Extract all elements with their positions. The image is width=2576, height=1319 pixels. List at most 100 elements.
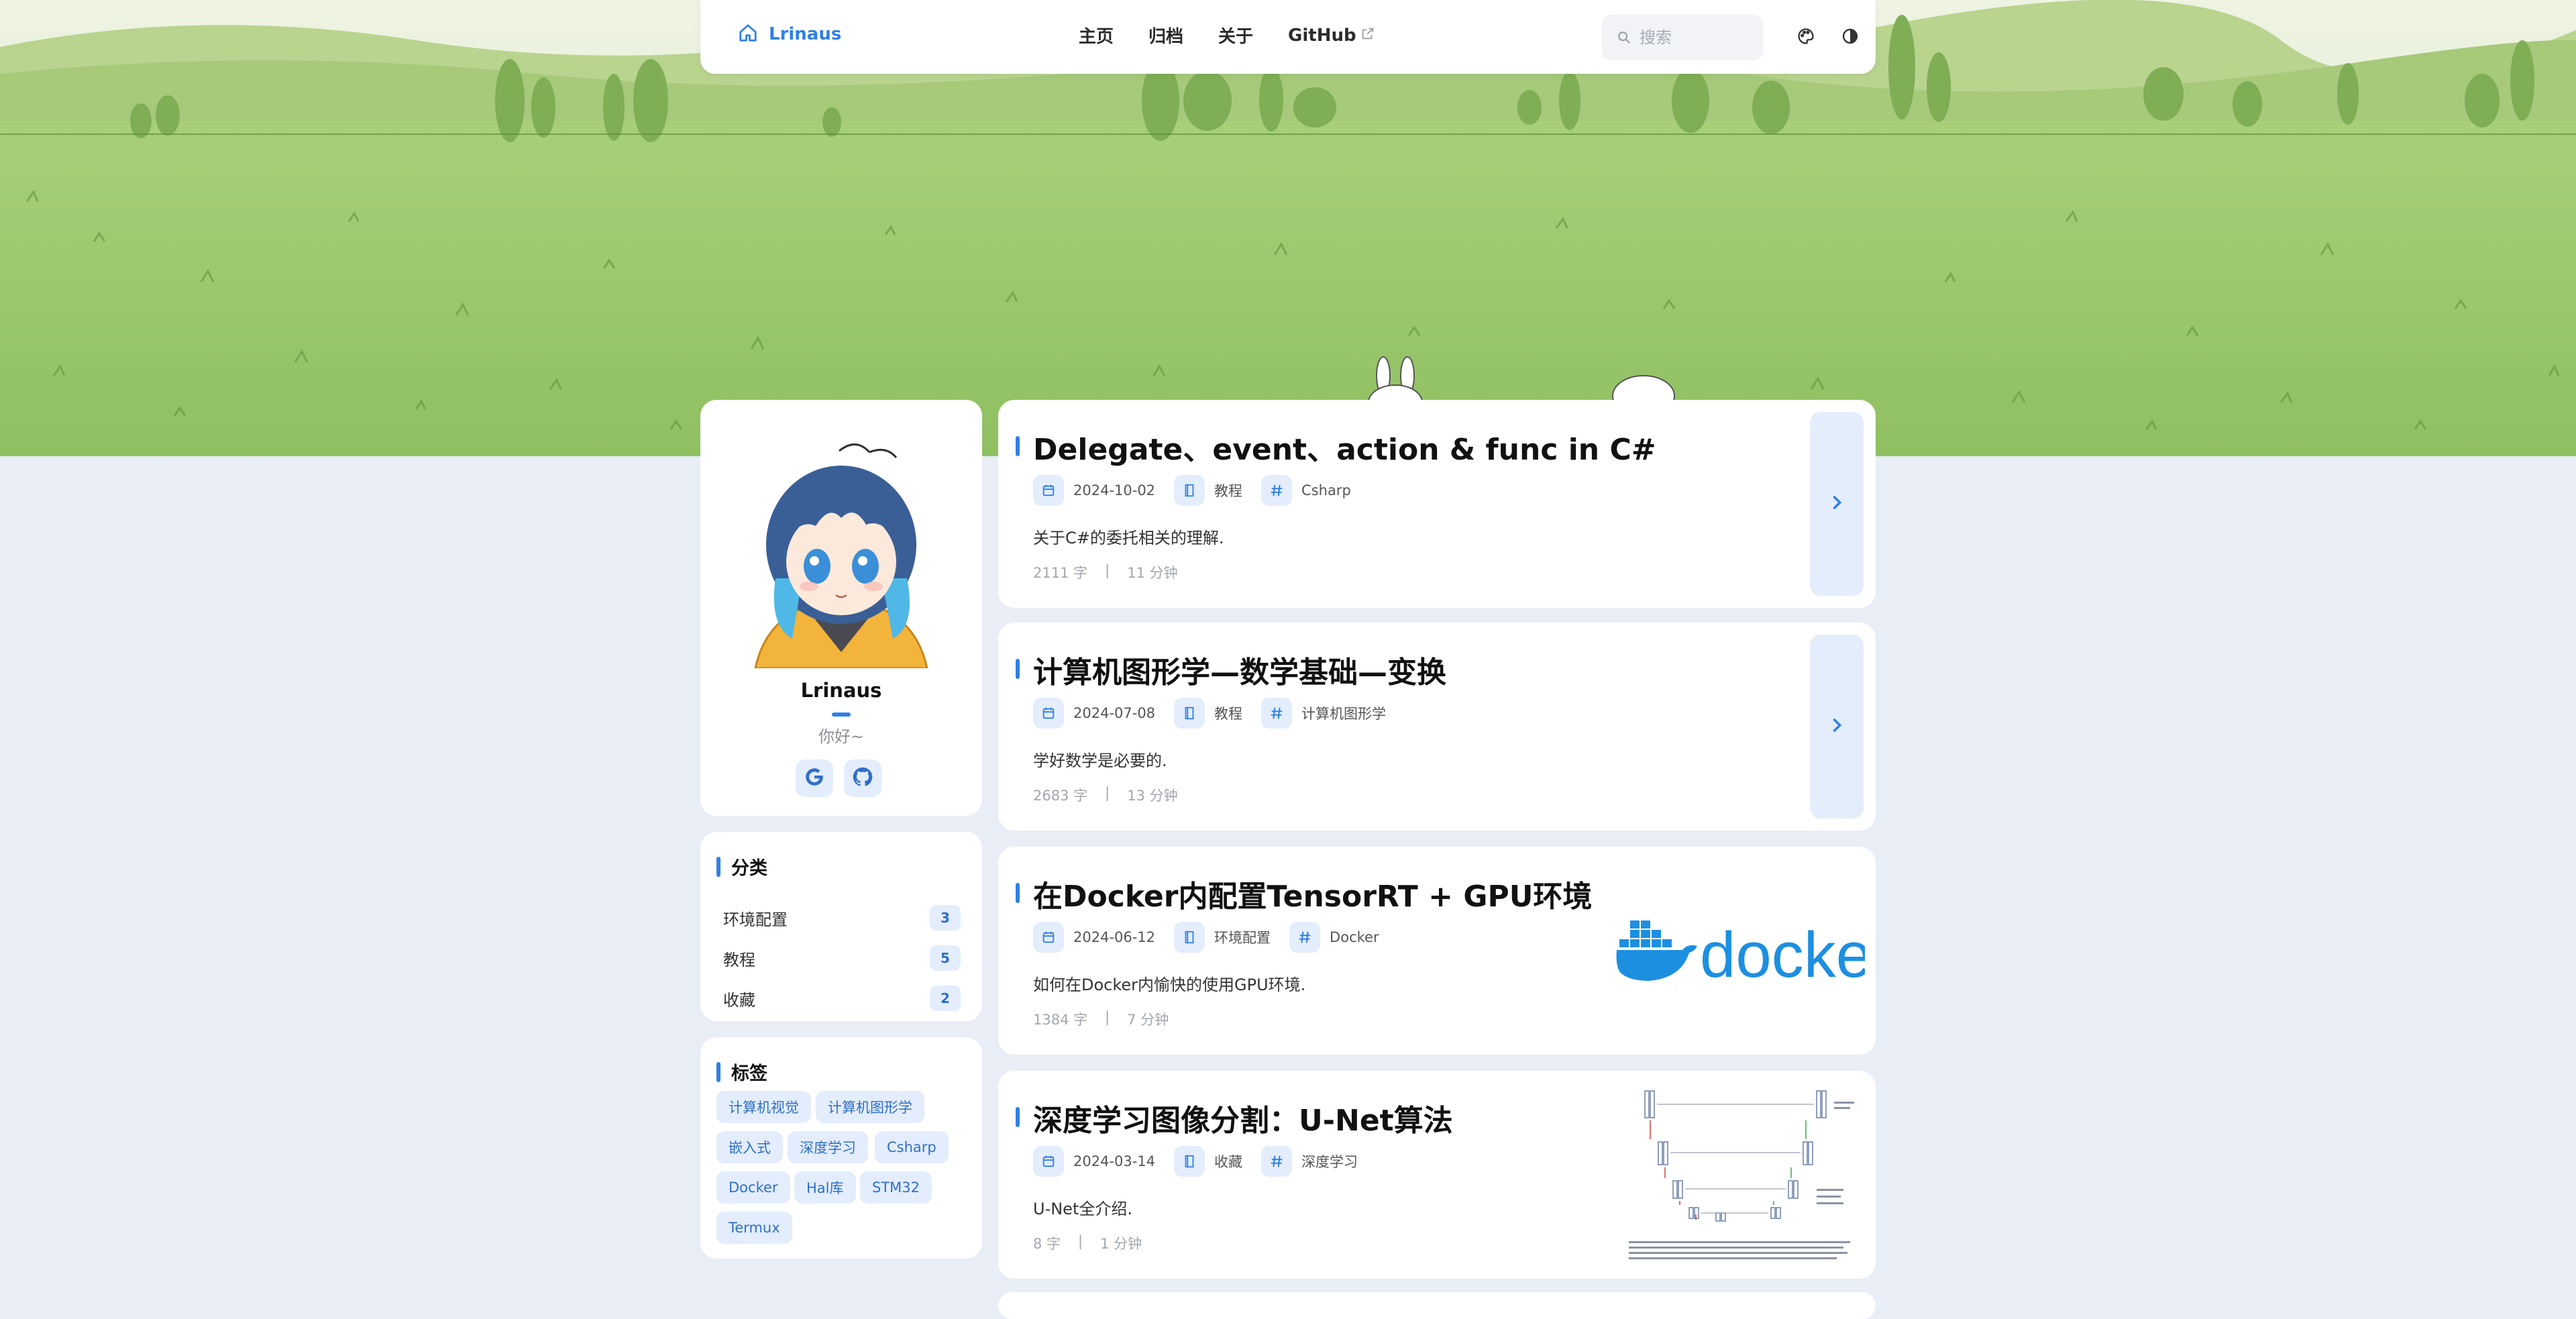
- post-title[interactable]: Delegate、event、action & func in C#: [1033, 425, 1656, 468]
- post-tag[interactable]: Docker: [1330, 929, 1379, 945]
- external-link-icon: [1360, 25, 1375, 46]
- github-icon: [851, 766, 874, 791]
- hashtag-icon: [1261, 475, 1293, 506]
- post-stats: 1384 字 | 7 分钟: [1033, 1009, 1169, 1029]
- post-date: 2024-03-14: [1073, 1153, 1156, 1169]
- category-item[interactable]: 教程 5: [723, 945, 961, 971]
- post-title[interactable]: 深度学习图像分割：U-Net算法: [1033, 1096, 1453, 1139]
- category-name: 教程: [723, 950, 755, 969]
- read-time: 1 分钟: [1100, 1236, 1142, 1252]
- name-underline: [832, 713, 851, 717]
- tag-chip[interactable]: Csharp: [875, 1131, 949, 1163]
- profile-card: Lrinaus 你好~: [700, 400, 982, 816]
- tag-chip[interactable]: 深度学习: [788, 1131, 868, 1163]
- tag-chip[interactable]: Termux: [716, 1212, 792, 1244]
- heading-accent: [716, 856, 720, 877]
- stats-separator: |: [1105, 785, 1110, 801]
- enter-post-button[interactable]: [1810, 635, 1864, 819]
- top-navbar: Lrinaus 主页 归档 关于 GitHub: [700, 0, 1876, 74]
- brand-link[interactable]: Lrinaus: [738, 23, 841, 46]
- post-stats: 2111 字 | 11 分钟: [1033, 562, 1178, 582]
- palette-button[interactable]: [1791, 23, 1821, 52]
- stats-separator: |: [1078, 1233, 1083, 1249]
- tag-chip[interactable]: STM32: [860, 1171, 932, 1204]
- post-card: 深度学习图像分割：U-Net算法 2024-03-14 收藏 深度学习 U-Ne…: [998, 1071, 1876, 1279]
- post-category[interactable]: 教程: [1214, 703, 1242, 723]
- nav-archive[interactable]: 归档: [1148, 23, 1183, 48]
- category-item[interactable]: 收藏 2: [723, 985, 961, 1012]
- categories-heading: 分类: [716, 853, 767, 880]
- post-accent: [1016, 883, 1020, 903]
- palette-icon: [1796, 27, 1815, 48]
- search-input[interactable]: [1638, 28, 1755, 48]
- tags-title: 标签: [731, 1063, 767, 1084]
- stats-separator: |: [1105, 562, 1110, 578]
- post-category[interactable]: 收藏: [1214, 1151, 1242, 1171]
- tag-chip[interactable]: 计算机视觉: [716, 1091, 811, 1123]
- post-accent: [1016, 436, 1020, 456]
- post-title[interactable]: 计算机图形学—数学基础—变换: [1033, 648, 1446, 691]
- stats-separator: |: [1105, 1009, 1110, 1025]
- post-tag[interactable]: Csharp: [1301, 482, 1351, 498]
- theme-toggle-button[interactable]: [1835, 23, 1865, 52]
- post-description: 如何在Docker内愉快的使用GPU环境.: [1033, 975, 1306, 994]
- book-icon: [1174, 922, 1205, 953]
- nav-github[interactable]: GitHub: [1288, 23, 1375, 48]
- category-count: 2: [930, 986, 961, 1011]
- post-category[interactable]: 教程: [1214, 480, 1242, 500]
- avatar: [729, 411, 954, 668]
- category-name: 环境配置: [723, 910, 788, 929]
- tag-chip[interactable]: 计算机图形学: [816, 1091, 924, 1123]
- theme-toggle-icon: [1841, 27, 1860, 48]
- nav-about[interactable]: 关于: [1218, 23, 1253, 48]
- category-item[interactable]: 环境配置 3: [723, 904, 961, 931]
- enter-post-button[interactable]: [1810, 412, 1864, 596]
- google-icon: [803, 766, 826, 791]
- post-meta: 2024-10-02 教程 Csharp: [1033, 475, 1370, 506]
- chevron-right-icon: [1827, 716, 1846, 737]
- post-description: U-Net全介绍.: [1033, 1200, 1132, 1218]
- category-name: 收藏: [723, 990, 755, 1010]
- nav-github-label: GitHub: [1288, 25, 1356, 46]
- post-stats: 2683 字 | 13 分钟: [1033, 785, 1178, 805]
- tag-chip[interactable]: Docker: [716, 1171, 790, 1204]
- github-link[interactable]: [844, 759, 881, 797]
- post-card-partial: [998, 1292, 1876, 1319]
- word-count: 1384 字: [1033, 1012, 1088, 1028]
- docker-logo-text: docke: [1700, 919, 1865, 991]
- tag-chip[interactable]: 嵌入式: [716, 1131, 783, 1163]
- post-card: 在Docker内配置TensorRT + GPU环境 2024-06-12 环境…: [998, 847, 1876, 1055]
- post-date: 2024-06-12: [1073, 929, 1156, 945]
- post-cover-image[interactable]: [1615, 1081, 1865, 1268]
- categories-title: 分类: [731, 858, 767, 879]
- word-count: 2111 字: [1033, 565, 1088, 581]
- post-card: Delegate、event、action & func in C# 2024-…: [998, 400, 1876, 608]
- search-box[interactable]: [1602, 15, 1763, 60]
- post-accent: [1016, 1107, 1020, 1127]
- post-tag[interactable]: 计算机图形学: [1301, 703, 1386, 723]
- docker-logo: docke: [1616, 919, 1865, 991]
- hashtag-icon: [1261, 698, 1293, 729]
- post-stats: 8 字 | 1 分钟: [1033, 1233, 1142, 1253]
- post-meta: 2024-06-12 环境配置 Docker: [1033, 922, 1398, 953]
- chevron-right-icon: [1827, 493, 1846, 515]
- category-count: 3: [930, 905, 961, 931]
- read-time: 11 分钟: [1127, 565, 1178, 581]
- home-icon: [738, 23, 758, 46]
- tag-chip[interactable]: Hal库: [794, 1171, 856, 1204]
- calendar-icon: [1033, 1146, 1064, 1177]
- nav-home[interactable]: 主页: [1079, 23, 1114, 48]
- post-title[interactable]: 在Docker内配置TensorRT + GPU环境: [1033, 872, 1592, 915]
- profile-name: Lrinaus: [800, 679, 882, 702]
- post-cover-image[interactable]: docke: [1615, 857, 1865, 1044]
- post-category[interactable]: 环境配置: [1214, 927, 1271, 947]
- tags-widget: 标签 计算机视觉 计算机图形学 嵌入式 深度学习 Csharp Docker H…: [700, 1037, 982, 1259]
- post-card: 计算机图形学—数学基础—变换 2024-07-08 教程 计算机图形学 学好数学…: [998, 623, 1876, 831]
- category-count: 5: [930, 945, 961, 971]
- word-count: 8 字: [1033, 1236, 1061, 1252]
- calendar-icon: [1033, 698, 1064, 729]
- book-icon: [1174, 698, 1205, 729]
- brand-name: Lrinaus: [769, 24, 842, 44]
- post-tag[interactable]: 深度学习: [1301, 1151, 1358, 1171]
- google-link[interactable]: [796, 759, 833, 797]
